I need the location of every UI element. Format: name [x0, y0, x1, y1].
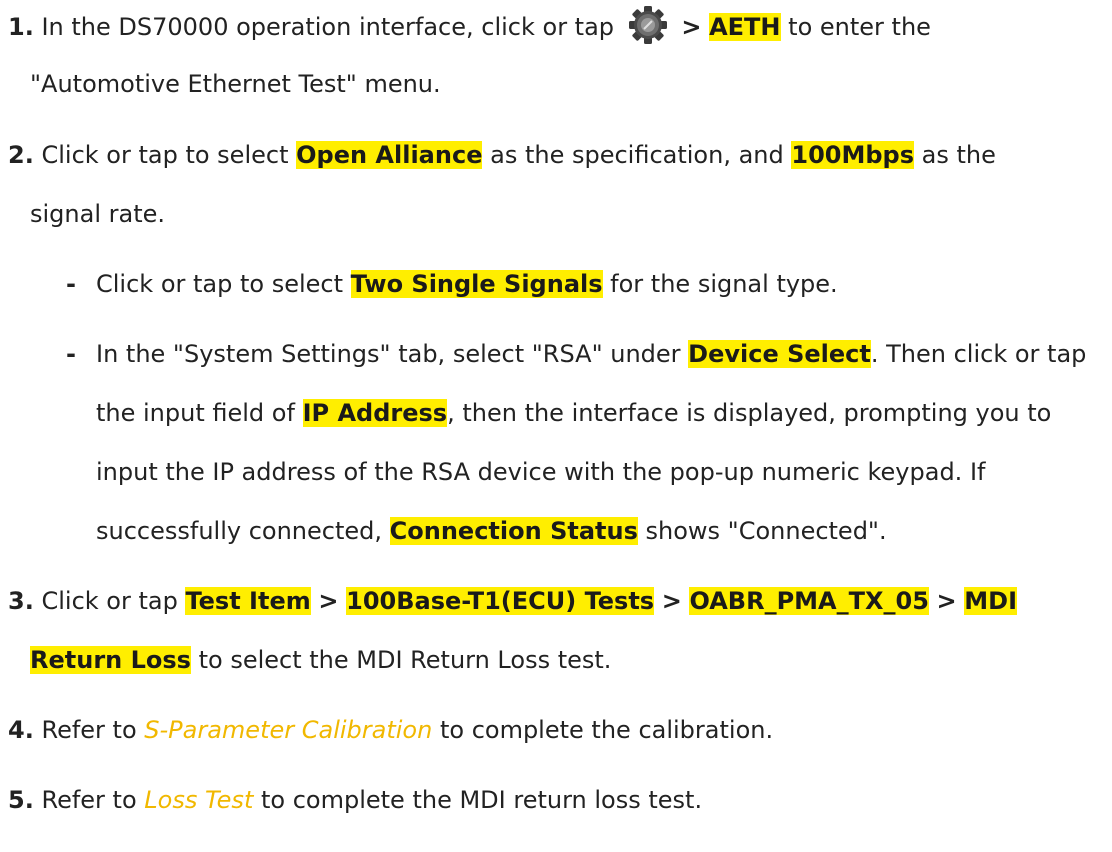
step-number: 2.	[8, 141, 34, 169]
bullet-dash: -	[66, 340, 76, 368]
option-100mbps: 100Mbps	[791, 141, 914, 169]
step-3-line-2: Return Loss to select the MDI Return Los…	[30, 640, 611, 680]
step-text: Refer to	[41, 716, 137, 744]
step-text: Click or tap to select	[41, 141, 289, 169]
substep-text: Click or tap to select	[96, 270, 344, 298]
substep-text: In the "System Settings" tab, select "RS…	[96, 340, 681, 368]
step-number: 4.	[8, 716, 34, 744]
step-text: to complete the calibration.	[439, 716, 774, 744]
substep-text: input the IP address of the RSA device w…	[96, 458, 986, 486]
bullet-dash: -	[66, 270, 76, 298]
step-5-line: 5. Refer to Loss Test to complete the MD…	[8, 780, 702, 820]
step-2-line-1: 2. Click or tap to select Open Alliance …	[8, 135, 996, 175]
menu-aeth: AETH	[709, 13, 781, 41]
step-2-line-2: signal rate.	[30, 194, 165, 234]
substep-2-line-2: the input field of IP Address, then the …	[96, 393, 1051, 433]
step-text: as the specification, and	[490, 141, 784, 169]
step-text: In the DS70000 operation interface, clic…	[41, 13, 615, 41]
link-loss-test[interactable]: Loss Test	[144, 786, 253, 814]
step-number: 3.	[8, 587, 34, 615]
substep-2-line-1: - In the "System Settings" tab, select "R…	[66, 334, 1086, 374]
step-1-line-2: "Automotive Ethernet Test" menu.	[30, 64, 441, 104]
field-ip-address: IP Address	[302, 399, 448, 427]
option-two-single-signals: Two Single Signals	[350, 270, 603, 298]
step-number: 5.	[8, 786, 34, 814]
substep-text: shows "Connected".	[645, 517, 887, 545]
step-text: to select the MDI Return Loss test.	[198, 646, 612, 674]
link-s-parameter-calibration[interactable]: S-Parameter Calibration	[144, 716, 432, 744]
option-open-alliance: Open Alliance	[296, 141, 483, 169]
step-text: "Automotive Ethernet Test" menu.	[30, 70, 441, 98]
step-text: to complete the MDI return loss test.	[261, 786, 703, 814]
step-4-line: 4. Refer to S-Parameter Calibration to c…	[8, 710, 773, 750]
field-device-select: Device Select	[688, 340, 871, 368]
separator: >	[661, 587, 682, 615]
step-1-line-1: 1. In the DS70000 operation interface, c…	[8, 5, 931, 45]
menu-100base-t1-ecu-tests: 100Base-T1(ECU) Tests	[346, 587, 655, 615]
step-text: as the	[921, 141, 996, 169]
step-text: to enter the	[788, 13, 931, 41]
substep-text: the input field of	[96, 399, 295, 427]
separator: >	[936, 587, 957, 615]
step-text: signal rate.	[30, 200, 165, 228]
substep-2-line-3: input the IP address of the RSA device w…	[96, 452, 985, 492]
menu-mdi-return-loss-cont: Return Loss	[30, 646, 191, 674]
substep-2-line-4: successfully connected, Connection Statu…	[96, 511, 887, 551]
menu-test-item: Test Item	[185, 587, 311, 615]
separator: >	[318, 587, 339, 615]
menu-mdi-return-loss: MDI	[964, 587, 1018, 615]
substep-text: . Then click or tap	[870, 340, 1087, 368]
step-text: Click or tap	[41, 587, 178, 615]
substep-1-line-1: - Click or tap to select Two Single Signa…	[66, 264, 838, 304]
step-3-line-1: 3. Click or tap Test Item > 100Base-T1(E…	[8, 581, 1018, 621]
substep-text: , then the interface is displayed, promp…	[447, 399, 1052, 427]
substep-text: successfully connected,	[96, 517, 383, 545]
menu-oabr-pma-tx-05: OABR_PMA_TX_05	[689, 587, 929, 615]
step-text: Refer to	[41, 786, 137, 814]
step-number: 1.	[8, 13, 34, 41]
separator: >	[681, 13, 702, 41]
field-connection-status: Connection Status	[389, 517, 638, 545]
gear-settings-icon	[628, 5, 668, 45]
substep-text: for the signal type.	[610, 270, 838, 298]
